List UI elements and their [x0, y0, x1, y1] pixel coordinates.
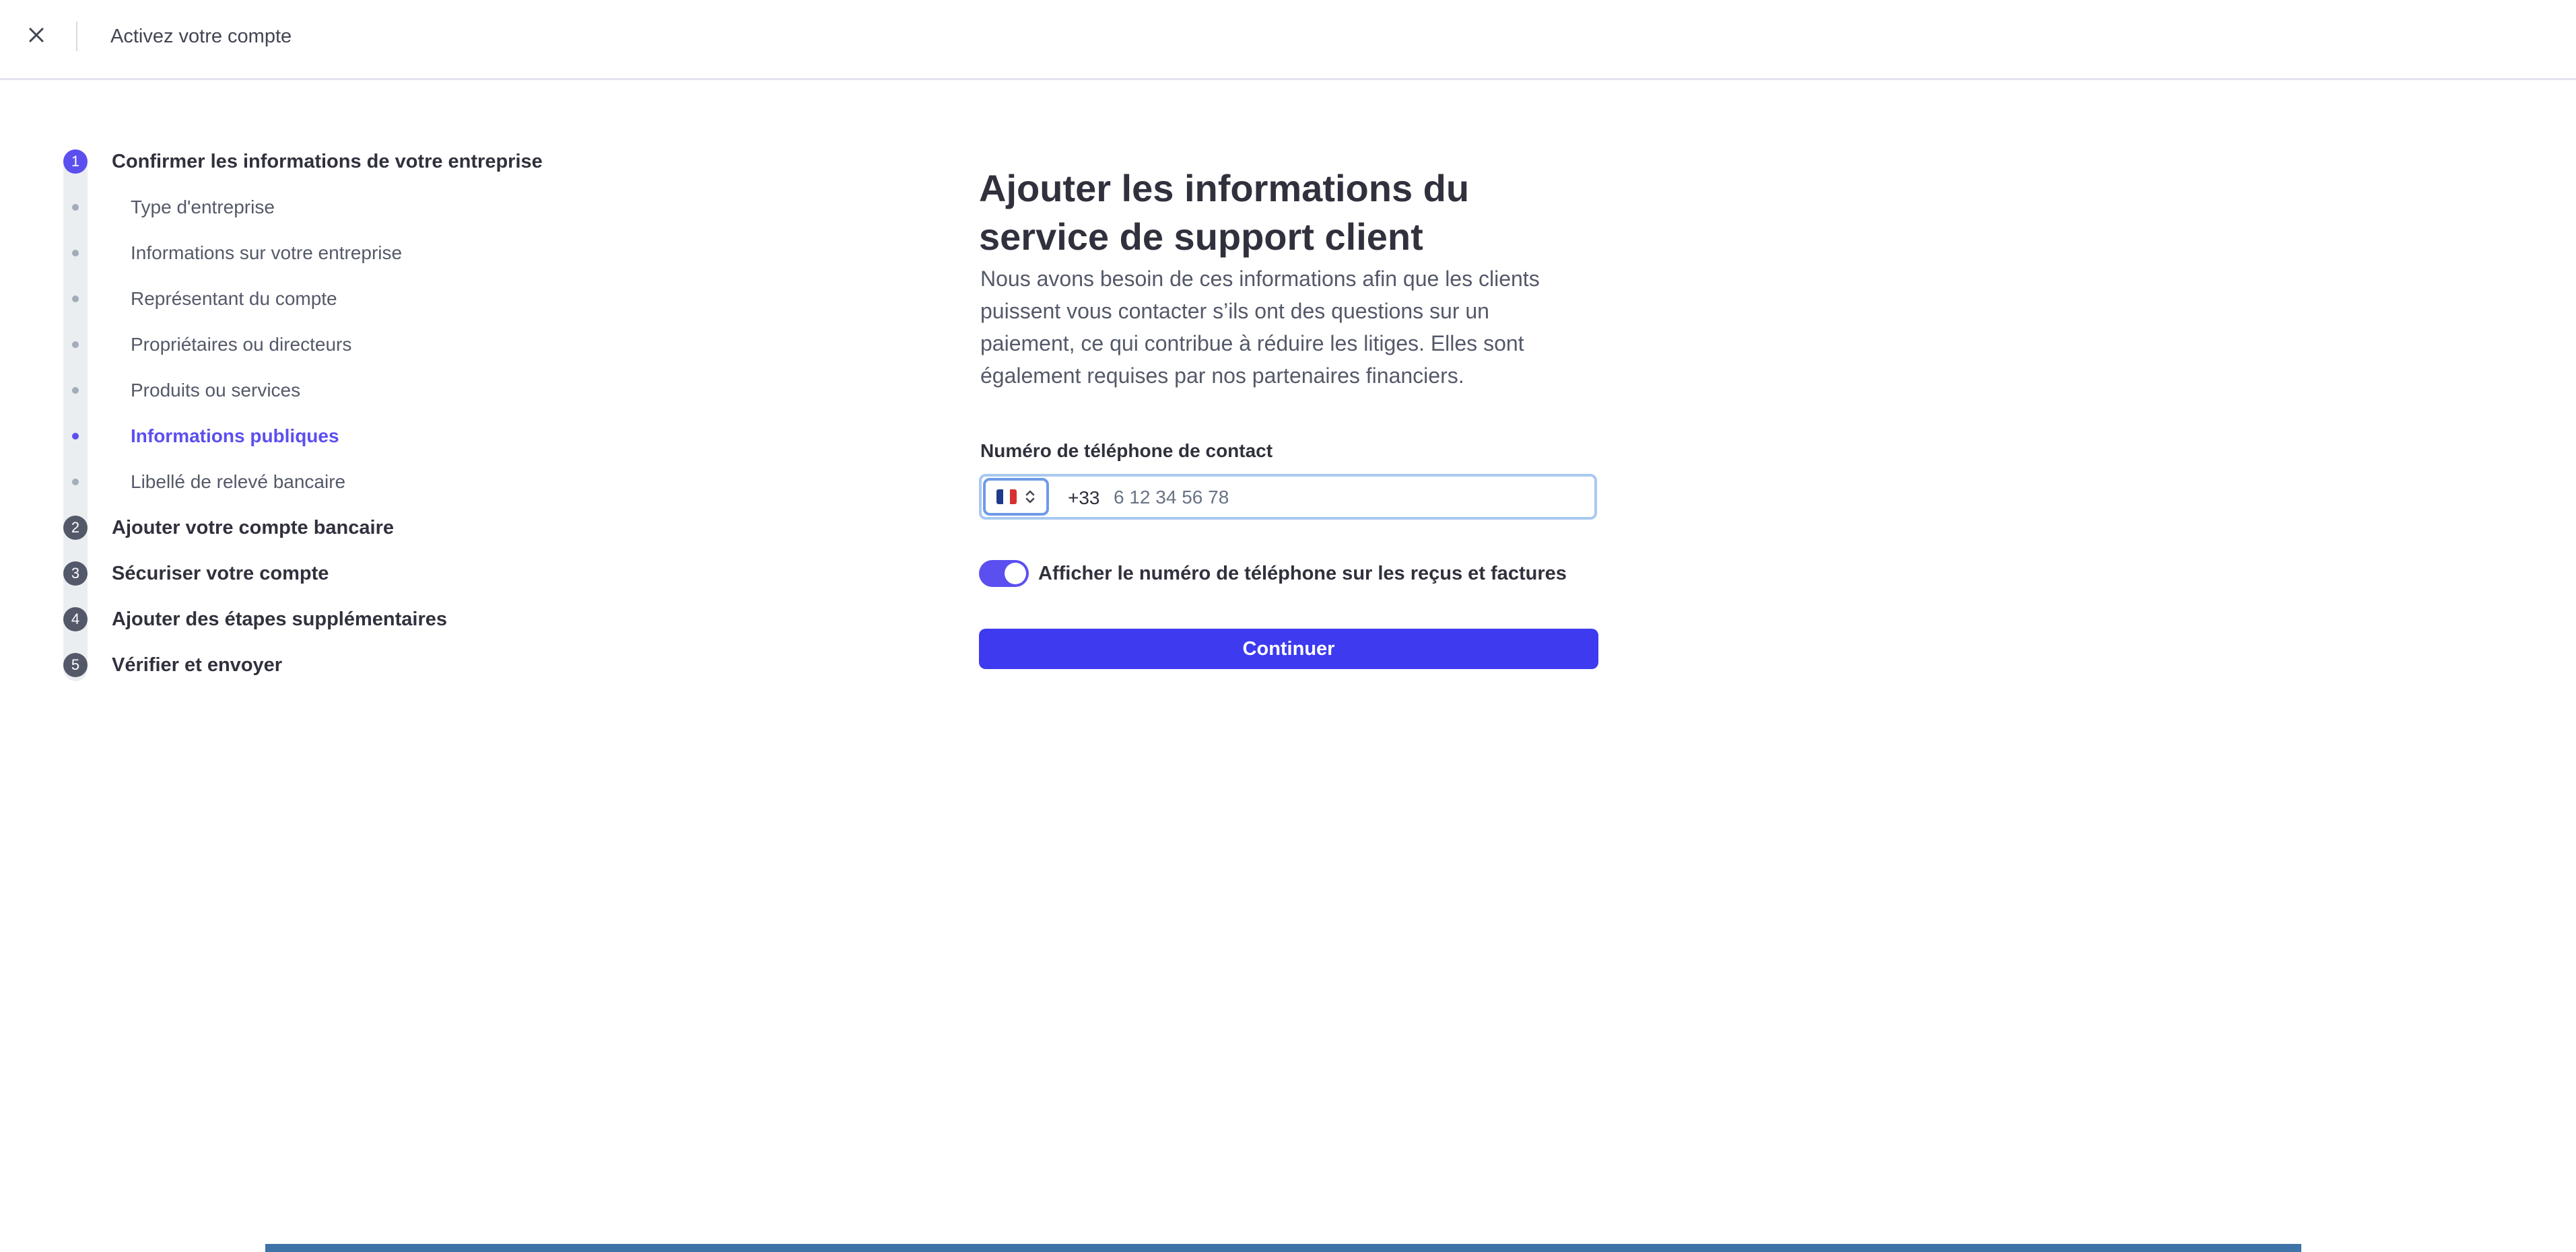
toggle-label: Afficher le numéro de téléphone sur les …: [1038, 562, 1567, 584]
step-number-badge: 3: [63, 561, 88, 586]
support-info-form: Ajouter les informations du service de s…: [979, 164, 1598, 669]
step-number-badge: 1: [63, 149, 88, 174]
substep-dot: [72, 387, 79, 394]
step-label: Vérifier et envoyer: [112, 654, 283, 676]
step-number-badge: 5: [63, 653, 88, 677]
substep-dot: [72, 479, 79, 485]
close-icon: [29, 28, 44, 42]
form-description: Nous avons besoin de ces informations af…: [980, 267, 1540, 388]
bottom-progress-bar: [265, 1244, 2301, 1252]
close-button[interactable]: [22, 20, 51, 50]
step-label: Ajouter votre compte bancaire: [112, 516, 394, 538]
phone-field[interactable]: +33: [979, 474, 1597, 520]
top-bar: Activez votre compte: [0, 0, 2576, 80]
substep-label: Informations sur votre entreprise: [131, 242, 403, 263]
show-phone-toggle-row: Afficher le numéro de téléphone sur les …: [979, 559, 1567, 588]
step-number-badge: 2: [63, 516, 88, 540]
flag-france-icon: [996, 489, 1017, 504]
dial-code: +33: [1068, 487, 1100, 508]
substep-dot: [72, 250, 79, 256]
page-title: Activez votre compte: [110, 26, 292, 47]
step-label: Sécuriser votre compte: [112, 562, 329, 584]
substep-dot-current: [72, 433, 79, 440]
substep-dot: [72, 341, 79, 348]
substep-dot: [72, 295, 79, 302]
substep-label: Libellé de relevé bancaire: [131, 471, 346, 492]
continue-button[interactable]: Continuer: [979, 629, 1598, 669]
phone-input[interactable]: [1114, 482, 1585, 513]
form-title: Ajouter les informations du service de s…: [979, 167, 1470, 258]
country-code-select[interactable]: [983, 478, 1049, 516]
step-label: Ajouter des étapes supplémentaires: [112, 608, 447, 630]
substep-label: Type d'entreprise: [131, 197, 275, 217]
substep-label: Produits ou services: [131, 380, 301, 401]
header-divider: [76, 22, 77, 51]
activation-page: Activez votre compte 1 Confirmer les inf…: [0, 0, 2576, 1252]
show-phone-toggle[interactable]: [979, 560, 1029, 587]
chevron-up-down-icon: [1025, 490, 1035, 503]
step-number-badge: 4: [63, 607, 88, 631]
phone-field-label: Numéro de téléphone de contact: [980, 440, 1273, 461]
substep-dot: [72, 204, 79, 211]
toggle-knob: [1005, 563, 1026, 584]
substep-label: Propriétaires ou directeurs: [131, 334, 352, 355]
substep-label-current: Informations publiques: [131, 425, 339, 446]
stepper-rail: [63, 153, 88, 681]
substep-label: Représentant du compte: [131, 288, 337, 309]
step-label: Confirmer les informations de votre entr…: [112, 150, 543, 172]
